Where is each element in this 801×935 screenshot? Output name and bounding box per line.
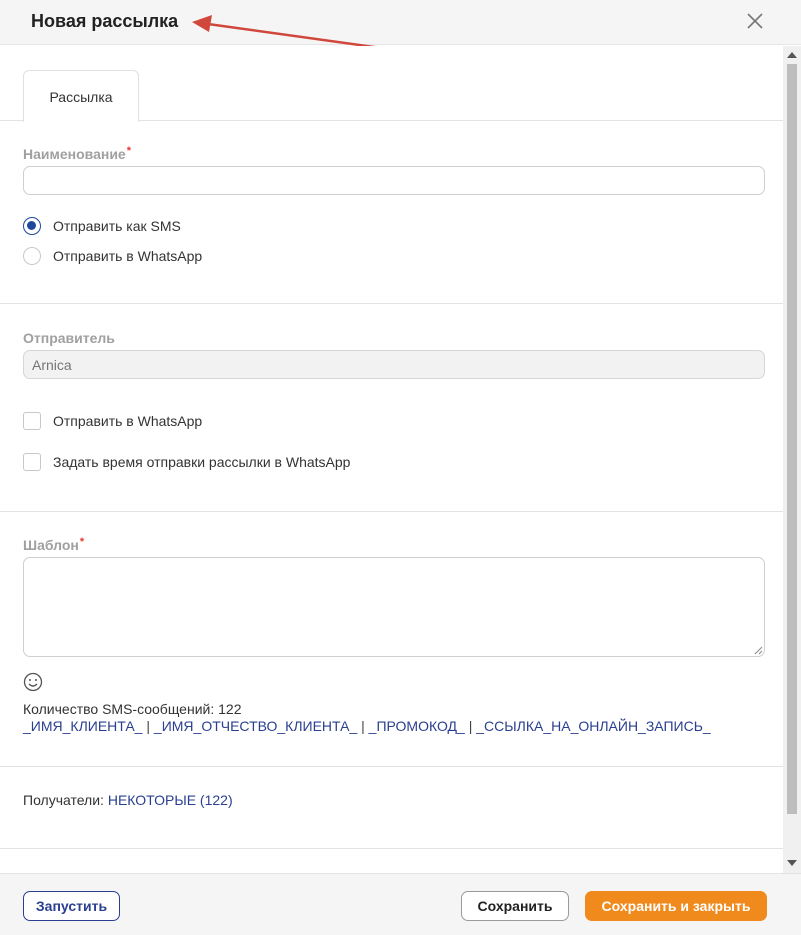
save-and-close-button[interactable]: Сохранить и закрыть — [585, 891, 767, 921]
divider — [0, 303, 783, 304]
macro-booking-link[interactable]: _ССЫЛКА_НА_ОНЛАЙН_ЗАПИСЬ_ — [476, 718, 710, 734]
resize-grip-icon[interactable] — [753, 645, 763, 655]
scroll-down-icon[interactable] — [787, 860, 797, 866]
sender-label: Отправитель — [23, 330, 115, 346]
template-textarea[interactable] — [23, 557, 765, 657]
scroll-thumb[interactable] — [787, 64, 797, 814]
smiley-icon[interactable] — [23, 672, 43, 692]
macro-promocode[interactable]: _ПРОМОКОД_ — [369, 718, 465, 734]
dialog-body: Рассылка Наименование* Отправить как SMS… — [0, 46, 783, 873]
recipients-link[interactable]: НЕКОТОРЫЕ (122) — [108, 792, 233, 808]
checkbox-whatsapp-time[interactable]: Задать время отправки рассылки в WhatsAp… — [23, 453, 350, 471]
tab-mailing[interactable]: Рассылка — [23, 70, 139, 122]
macro-client-patronymic[interactable]: _ИМЯ_ОТЧЕСТВО_КЛИЕНТА_ — [154, 718, 357, 734]
macro-separator: | — [468, 718, 473, 734]
template-label: Шаблон* — [23, 536, 85, 553]
checkbox-send-whatsapp[interactable]: Отправить в WhatsApp — [23, 412, 202, 430]
scrollbar[interactable] — [783, 46, 801, 873]
dialog-footer: Запустить Сохранить Сохранить и закрыть — [0, 873, 801, 935]
launch-button[interactable]: Запустить — [23, 891, 120, 921]
macro-list: _ИМЯ_КЛИЕНТА_ | _ИМЯ_ОТЧЕСТВО_КЛИЕНТА_ |… — [23, 718, 711, 734]
sender-input — [23, 350, 765, 379]
macro-separator: | — [146, 718, 151, 734]
checkbox[interactable] — [23, 453, 41, 471]
divider — [0, 511, 783, 512]
scroll-up-icon[interactable] — [787, 52, 797, 58]
checkbox[interactable] — [23, 412, 41, 430]
tab-bar: Рассылка — [0, 46, 783, 122]
recipients: Получатели: НЕКОТОРЫЕ (122) — [23, 792, 233, 808]
name-input[interactable] — [23, 166, 765, 195]
required-mark: * — [79, 536, 85, 548]
divider — [0, 766, 783, 767]
checkbox-label: Задать время отправки рассылки в WhatsAp… — [53, 454, 351, 470]
macro-client-name[interactable]: _ИМЯ_КЛИЕНТА_ — [23, 718, 142, 734]
divider — [0, 848, 783, 849]
radio-send-sms[interactable]: Отправить как SMS — [23, 217, 181, 235]
required-mark: * — [126, 145, 131, 157]
radio-button[interactable] — [23, 217, 41, 235]
dialog-title: Новая рассылка — [31, 11, 179, 31]
sms-count: Количество SMS-сообщений: 122 — [23, 701, 242, 717]
radio-button[interactable] — [23, 247, 41, 265]
radio-send-whatsapp[interactable]: Отправить в WhatsApp — [23, 247, 202, 265]
radio-label: Отправить в WhatsApp — [53, 248, 203, 264]
dialog-header: Новая рассылка — [0, 0, 801, 54]
save-button[interactable]: Сохранить — [461, 891, 569, 921]
close-icon[interactable] — [743, 9, 767, 33]
checkbox-label: Отправить в WhatsApp — [53, 413, 203, 429]
recipients-label: Получатели: — [23, 792, 104, 808]
macro-separator: | — [361, 718, 365, 734]
radio-label: Отправить как SMS — [53, 218, 181, 234]
name-label: Наименование* — [23, 145, 131, 162]
